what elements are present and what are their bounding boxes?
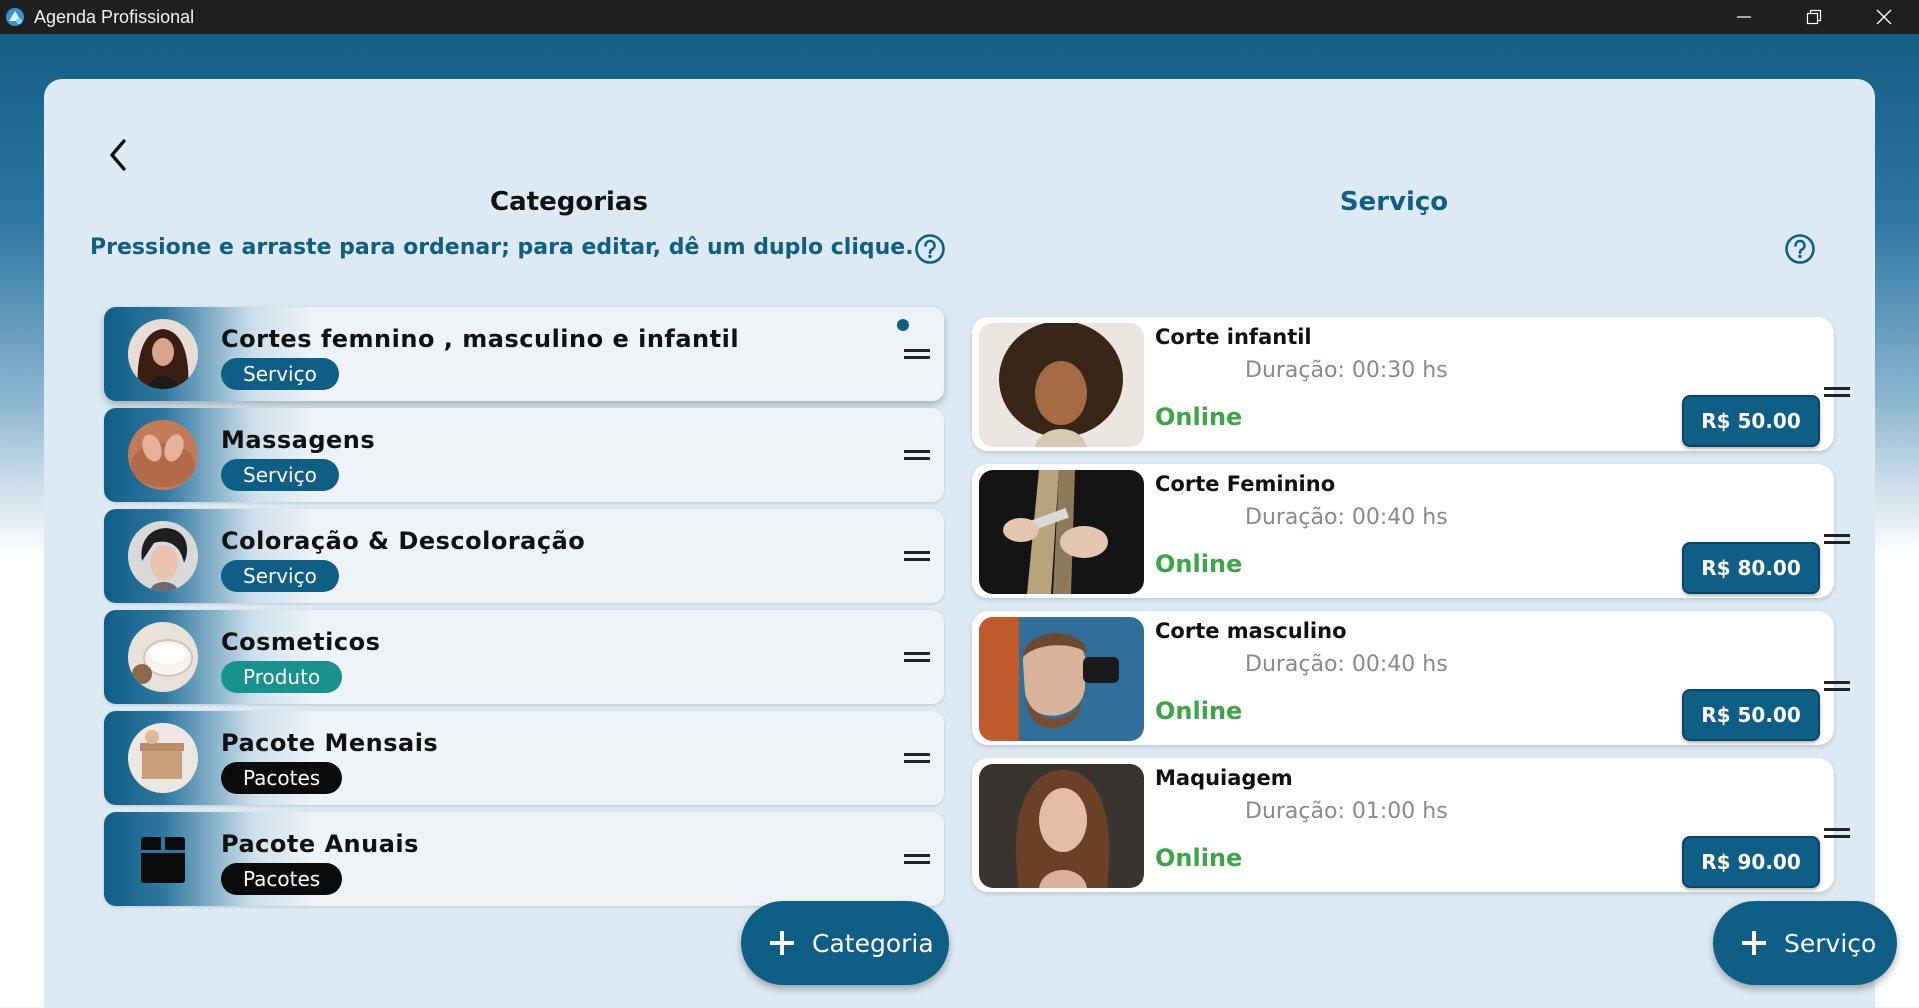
- add-category-button[interactable]: Categoria: [741, 901, 949, 985]
- drag-handle-icon[interactable]: [904, 650, 930, 664]
- service-name: Maquiagem: [1155, 766, 1293, 790]
- category-type-badge: Serviço: [221, 358, 339, 390]
- category-thumbnail: [128, 622, 198, 692]
- service-status: Online: [1155, 697, 1243, 725]
- category-type-badge: Pacotes: [221, 762, 343, 794]
- category-item[interactable]: Pacote Anuais Pacotes: [104, 812, 944, 906]
- category-item[interactable]: Pacote Mensais Pacotes: [104, 711, 944, 805]
- category-type-badge: Produto: [221, 661, 343, 693]
- service-thumbnail: [979, 470, 1144, 594]
- window-title: Agenda Profissional: [34, 6, 195, 27]
- close-icon: [1876, 9, 1892, 25]
- drag-handle-icon[interactable]: [904, 448, 930, 462]
- service-name: Corte Feminino: [1155, 472, 1336, 496]
- drag-handle-icon[interactable]: [904, 549, 930, 563]
- category-name: Cortes femnino , masculino e infantil: [221, 325, 740, 353]
- back-button[interactable]: [100, 133, 136, 177]
- category-thumbnail: [128, 723, 198, 793]
- plus-icon: [770, 931, 794, 955]
- selected-indicator: [897, 319, 909, 331]
- service-thumbnail: [979, 764, 1144, 888]
- category-type-badge: Serviço: [221, 459, 339, 491]
- service-status: Online: [1155, 403, 1243, 431]
- add-service-button[interactable]: Serviço: [1713, 901, 1897, 985]
- service-duration: Duração: 00:40 hs: [1245, 505, 1448, 530]
- category-name: Massagens: [221, 426, 376, 454]
- minimize-button[interactable]: [1709, 0, 1779, 34]
- close-button[interactable]: [1849, 0, 1919, 34]
- category-list: Cortes femnino , masculino e infantil Se…: [104, 307, 944, 913]
- service-thumbnail: [979, 617, 1144, 741]
- categories-help-icon[interactable]: [914, 233, 946, 265]
- category-name: Cosmeticos: [221, 628, 381, 656]
- service-card[interactable]: Corte masculino Duração: 00:40 hs Online…: [972, 611, 1850, 745]
- drag-handle-icon[interactable]: [904, 852, 930, 866]
- app-icon: [6, 8, 24, 26]
- category-thumbnail: [128, 319, 198, 389]
- services-title: Serviço: [1339, 187, 1449, 217]
- service-duration: Duração: 00:30 hs: [1245, 358, 1448, 383]
- category-thumbnail: [128, 420, 198, 490]
- minimize-icon: [1737, 16, 1751, 18]
- category-item[interactable]: Coloração & Descoloração Serviço: [104, 509, 944, 603]
- category-name: Pacote Anuais: [221, 830, 419, 858]
- service-name: Corte masculino: [1155, 619, 1347, 643]
- box-icon: [128, 824, 198, 894]
- services-help-icon[interactable]: [1784, 233, 1816, 265]
- service-price-button[interactable]: R$ 50.00: [1682, 395, 1820, 447]
- service-name: Corte infantil: [1155, 325, 1312, 349]
- service-list: Corte infantil Duração: 00:30 hs Online …: [972, 317, 1850, 905]
- title-bar: Agenda Profissional: [0, 0, 1919, 34]
- plus-icon: [1742, 931, 1766, 955]
- categories-title: Categorias: [490, 187, 648, 217]
- service-card[interactable]: Corte Feminino Duração: 00:40 hs Online …: [972, 464, 1850, 598]
- drag-handle-icon[interactable]: [1824, 679, 1850, 693]
- service-status: Online: [1155, 550, 1243, 578]
- category-thumbnail: [128, 521, 198, 591]
- category-name: Coloração & Descoloração: [221, 527, 586, 555]
- service-price-button[interactable]: R$ 50.00: [1682, 689, 1820, 741]
- restore-button[interactable]: [1779, 0, 1849, 34]
- category-item[interactable]: Cortes femnino , masculino e infantil Se…: [104, 307, 944, 401]
- ordering-hint: Pressione e arraste para ordenar; para e…: [90, 235, 914, 260]
- category-name: Pacote Mensais: [221, 729, 439, 757]
- service-status: Online: [1155, 844, 1243, 872]
- add-service-label: Serviço: [1784, 928, 1877, 958]
- service-price-button[interactable]: R$ 80.00: [1682, 542, 1820, 594]
- category-type-badge: Pacotes: [221, 863, 343, 895]
- category-item[interactable]: Cosmeticos Produto: [104, 610, 944, 704]
- restore-icon: [1806, 9, 1822, 25]
- drag-handle-icon[interactable]: [1824, 826, 1850, 840]
- drag-handle-icon[interactable]: [904, 751, 930, 765]
- service-price-button[interactable]: R$ 90.00: [1682, 836, 1820, 888]
- drag-handle-icon[interactable]: [1824, 385, 1850, 399]
- service-card[interactable]: Corte infantil Duração: 00:30 hs Online …: [972, 317, 1850, 451]
- category-item[interactable]: Massagens Serviço: [104, 408, 944, 502]
- category-type-badge: Serviço: [221, 560, 339, 592]
- service-duration: Duração: 01:00 hs: [1245, 799, 1448, 824]
- drag-handle-icon[interactable]: [1824, 532, 1850, 546]
- service-card[interactable]: Maquiagem Duração: 01:00 hs Online R$ 90…: [972, 758, 1850, 892]
- chevron-left-icon: [110, 139, 126, 171]
- add-category-label: Categoria: [812, 928, 934, 958]
- main-panel: Categorias Serviço Pressione e arraste p…: [44, 79, 1875, 1008]
- service-thumbnail: [979, 323, 1144, 447]
- drag-handle-icon[interactable]: [904, 347, 930, 361]
- service-duration: Duração: 00:40 hs: [1245, 652, 1448, 677]
